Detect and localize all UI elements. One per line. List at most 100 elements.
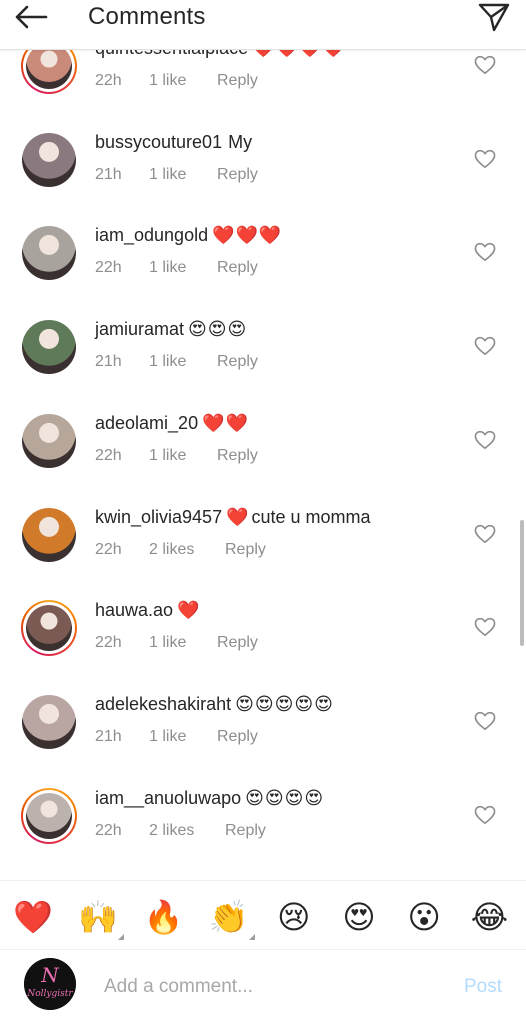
comment-username[interactable]: bussycouture01: [95, 132, 222, 152]
avatar-ring-gap: [22, 320, 76, 375]
arrow-left-icon: [15, 5, 48, 29]
commenter-avatar[interactable]: [21, 600, 77, 657]
comment-meta: 22h 1 like Reply: [95, 634, 258, 652]
comment-row: quintessentialplace ❤️❤️❤️❤️ 22h 1 likeRepl…: [0, 50, 526, 112]
reply-button[interactable]: Reply: [217, 447, 258, 465]
svg-text:N: N: [40, 963, 60, 987]
comment-emoji: ❤️❤️❤️: [212, 225, 283, 246]
comment-username[interactable]: kwin_olivia9457: [95, 507, 222, 527]
scrollbar-thumb[interactable]: [520, 520, 524, 646]
comment-username[interactable]: adelekeshakiraht: [95, 694, 231, 714]
like-heart-icon[interactable]: [474, 430, 496, 450]
comment-like-count[interactable]: 2 likes: [149, 822, 225, 840]
like-heart-icon[interactable]: [474, 242, 496, 262]
comment-text: iam_odungold ❤️❤️❤️: [95, 225, 282, 246]
svg-text:Nollygistr: Nollygistr: [26, 989, 73, 999]
comment-meta: 22h 1 like Reply: [95, 447, 258, 465]
comment-composer: N Nollygistr Post: [0, 950, 526, 1024]
comment-like-count[interactable]: 1 like: [149, 259, 217, 277]
commenter-avatar[interactable]: [21, 413, 77, 469]
paper-plane-icon: [478, 3, 510, 32]
like-heart-icon[interactable]: [474, 524, 496, 544]
like-heart-icon[interactable]: [474, 617, 496, 637]
comment-text: iam__anuoluwapo 😍😍😍😍: [95, 788, 324, 809]
commenter-avatar[interactable]: [21, 694, 77, 750]
comments-screen: Comments quintessentialplace❤️❤️❤️❤️22h1…: [0, 0, 526, 1024]
commenter-avatar[interactable]: [21, 132, 77, 188]
share-button[interactable]: [470, 0, 510, 34]
clapping-hands-emoji[interactable]: 👏: [209, 897, 255, 940]
reply-button[interactable]: Reply: [225, 822, 266, 840]
commenter-avatar[interactable]: [21, 225, 77, 281]
comment-meta: 22h 1 like Reply: [95, 259, 258, 277]
fire-emoji[interactable]: 🔥: [143, 897, 183, 937]
avatar-ring-gap: [22, 226, 76, 281]
comment-username[interactable]: iam_odungold: [95, 225, 208, 245]
comment-emoji: 😍😍😍😍: [245, 787, 325, 808]
comment-meta: 21h 1 like Reply: [95, 166, 258, 184]
comment-emoji: ❤️❤️: [202, 412, 249, 433]
comment-row: adeolami_20 ❤️❤️ 22h 1 like Reply: [0, 393, 526, 487]
like-heart-icon[interactable]: [474, 149, 496, 169]
like-heart-icon[interactable]: [474, 336, 496, 356]
post-button[interactable]: Post: [464, 976, 502, 998]
comment-meta: 22h 1 like Reply: [95, 72, 258, 90]
comment-like-count[interactable]: 1 like: [149, 353, 217, 371]
comment-timestamp: 22h: [95, 72, 122, 89]
avatar-photo: [22, 226, 76, 281]
page-title: Comments: [88, 3, 206, 30]
comment-like-count[interactable]: 1 like: [149, 447, 217, 465]
surprised-face-emoji[interactable]: 😮: [404, 897, 444, 937]
comment-timestamp: 22h: [95, 259, 122, 277]
heart-emoji[interactable]: ❤️: [13, 897, 53, 937]
comment-timestamp: 22h: [95, 540, 122, 558]
comment-username[interactable]: adeolami_20: [95, 413, 198, 433]
reply-button[interactable]: Reply: [225, 541, 266, 559]
avatar-ring-gap: [22, 413, 76, 468]
commenter-avatar[interactable]: [21, 319, 77, 375]
heart-eyes-emoji[interactable]: 😍: [339, 897, 379, 937]
comment-timestamp: 22h: [95, 446, 122, 464]
comment-meta: 21h 1 like Reply: [95, 353, 258, 371]
back-button[interactable]: [14, 0, 58, 34]
raised-hands-emoji[interactable]: 🙌: [78, 897, 125, 940]
like-heart-icon[interactable]: [474, 711, 496, 731]
like-heart-icon[interactable]: [474, 55, 496, 75]
comment-row: bussycouture01 My 21h 1 like Reply: [0, 112, 526, 206]
comment-body: cute u momma: [251, 506, 371, 527]
comment-meta: 21h 1 like Reply: [95, 728, 258, 746]
comment-like-count[interactable]: 1 like: [149, 72, 217, 90]
comment-row: iam__anuoluwapo 😍😍😍😍 22h 2 likes Reply: [0, 768, 526, 862]
reply-button[interactable]: Reply: [217, 166, 258, 184]
crying-face-emoji[interactable]: 😢: [274, 897, 314, 937]
comment-input[interactable]: [104, 972, 444, 1002]
reply-button[interactable]: Reply: [217, 353, 258, 371]
comment-row: adelekeshakiraht 😍😍😍😍😍 21h 1 like Reply: [0, 674, 526, 768]
comment-text: kwin_olivia9457 ❤️ cute u momma: [95, 507, 371, 528]
comment-meta: 22h 2 likes Reply: [95, 541, 266, 559]
reply-button[interactable]: Reply: [217, 259, 258, 277]
comment-username[interactable]: hauwa.ao: [95, 600, 173, 620]
comment-text: jamiuramat 😍😍😍: [95, 319, 247, 340]
reply-button[interactable]: Reply: [217, 634, 258, 652]
avatar-ring-gap: [22, 507, 76, 562]
commenter-avatar[interactable]: [21, 787, 77, 844]
comment-username[interactable]: quintessentialplace: [95, 50, 248, 58]
comment-like-count[interactable]: 2 likes: [149, 541, 225, 559]
comment-username[interactable]: jamiuramat: [95, 319, 184, 339]
commenter-avatar[interactable]: [21, 507, 77, 563]
tears-of-joy-emoji[interactable]: 😂: [469, 897, 509, 937]
comment-like-count[interactable]: 1 like: [149, 728, 217, 746]
commenter-avatar[interactable]: [21, 50, 77, 94]
comment-like-count[interactable]: 1 like: [149, 166, 217, 184]
reply-button[interactable]: Reply: [217, 72, 258, 90]
comment-text: quintessentialplace ❤️❤️❤️❤️: [95, 50, 346, 59]
comment-like-count[interactable]: 1 like: [149, 634, 217, 652]
comment-list[interactable]: quintessentialplace❤️❤️❤️❤️22h1 likeRepl…: [0, 50, 526, 880]
comment-timestamp: 21h: [95, 165, 122, 183]
like-heart-icon[interactable]: [474, 805, 496, 825]
reply-button[interactable]: Reply: [217, 728, 258, 746]
comment-timestamp: 22h: [95, 634, 122, 652]
comment-text: hauwa.ao ❤️: [95, 600, 201, 621]
comment-username[interactable]: iam__anuoluwapo: [95, 788, 241, 808]
